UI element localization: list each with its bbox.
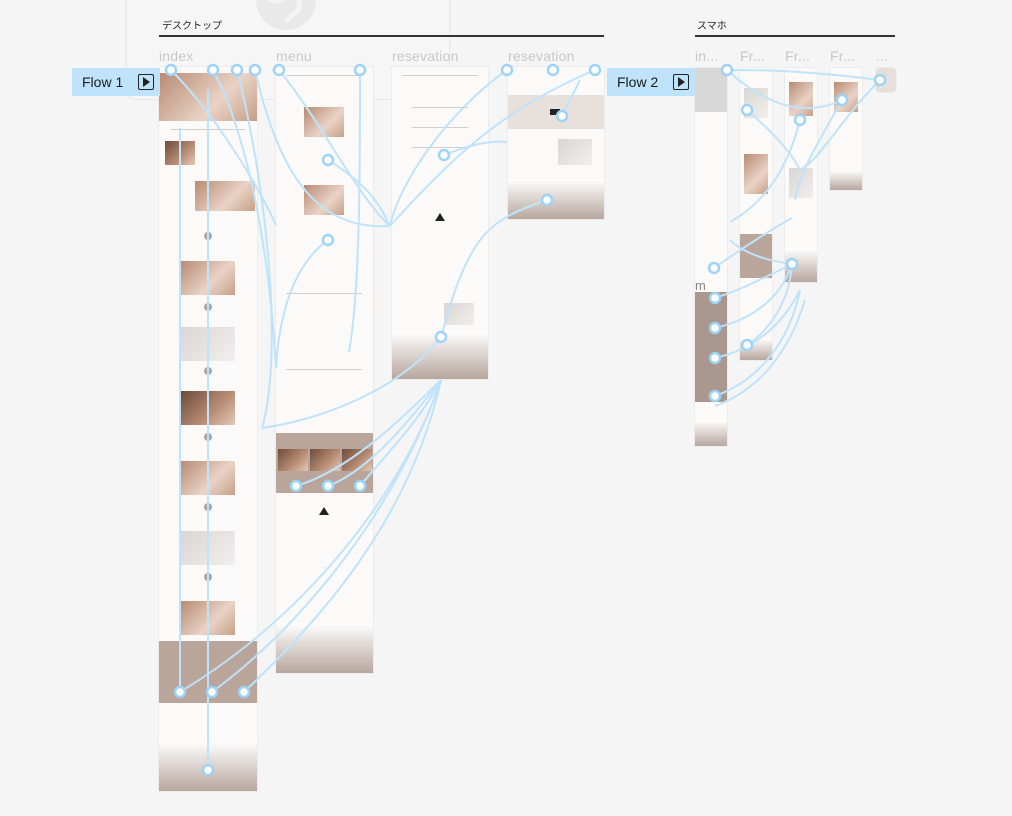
prototype-connections	[164, 63, 887, 777]
frame-label-sp-partial: m	[695, 278, 707, 293]
